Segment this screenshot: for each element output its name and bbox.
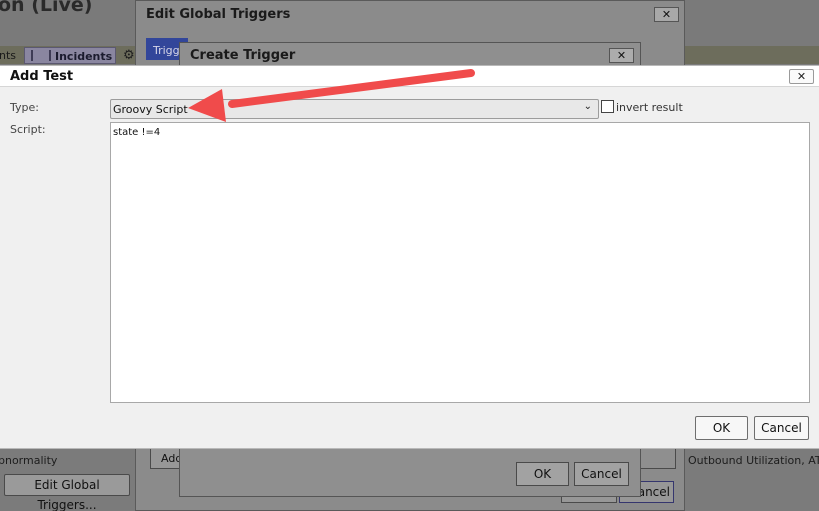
outbound-utilization-text: v Outbound Utilization, ATM bbox=[678, 454, 819, 467]
abnormality-text: bnormality bbox=[0, 454, 58, 467]
script-textarea[interactable]: state !=4 bbox=[110, 122, 810, 403]
incidents-icon bbox=[31, 50, 51, 61]
dialog-title: Add Test bbox=[10, 69, 74, 84]
tab-incidents: Incidents bbox=[24, 47, 116, 64]
chevron-down-icon: ⌄ bbox=[583, 101, 592, 112]
invert-result-label[interactable]: invert result bbox=[616, 101, 683, 114]
app-title: on (Live) bbox=[0, 0, 93, 16]
type-label: Type: bbox=[10, 101, 39, 114]
dialog-header: Add Test ✕ bbox=[0, 66, 819, 87]
cancel-button[interactable]: Cancel bbox=[754, 416, 809, 440]
ok-button[interactable]: OK bbox=[695, 416, 748, 440]
cancel-button: Cancel bbox=[574, 462, 629, 486]
close-icon: ✕ bbox=[609, 48, 634, 63]
type-select[interactable]: Groovy Script ⌄ bbox=[110, 99, 599, 119]
close-icon: ✕ bbox=[654, 7, 679, 22]
tab-incidents-label: Incidents bbox=[55, 50, 113, 63]
invert-result-checkbox[interactable] bbox=[601, 100, 614, 113]
tab-events-fragment: nts bbox=[0, 49, 17, 62]
dialog-title: Create Trigger bbox=[190, 48, 296, 63]
close-icon[interactable]: ✕ bbox=[789, 69, 814, 84]
type-select-value: Groovy Script bbox=[113, 103, 188, 116]
edit-global-triggers-button: Edit Global Triggers... bbox=[4, 474, 130, 511]
ok-button: OK bbox=[516, 462, 569, 486]
add-test-dialog: Add Test ✕ Type: Groovy Script ⌄ invert … bbox=[0, 65, 819, 449]
dialog-title: Edit Global Triggers bbox=[146, 7, 291, 22]
script-label: Script: bbox=[10, 123, 46, 136]
side-button bbox=[636, 447, 676, 469]
gear-icon: ⚙ bbox=[123, 48, 135, 63]
